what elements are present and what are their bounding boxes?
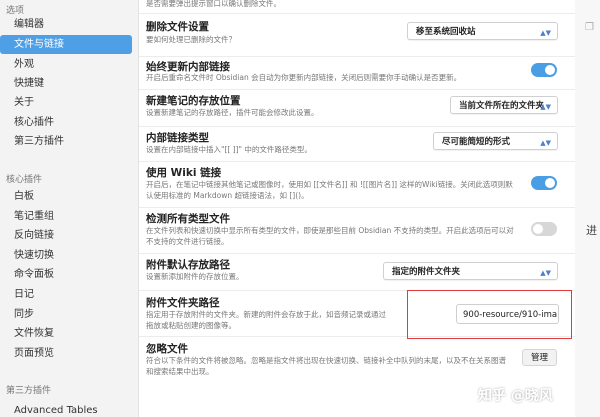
- settings-content: 是否需要弹出提示窗口以确认删除文件。 删除文件设置 要如何处理已删除的文件？ 移…: [139, 0, 575, 417]
- settings-sidebar: 选项 编辑器 文件与链接 外观 快捷键 关于 核心插件 第三方插件 核心插件 白…: [0, 0, 139, 417]
- highlight-annotation-box: [407, 290, 572, 339]
- chevron-updown-icon: ▲▼: [540, 269, 551, 277]
- setting-desc: 设置新建笔记的存放路径，插件可能会修改此设置。: [146, 108, 319, 117]
- sidebar-item-file-recovery[interactable]: 文件恢复: [0, 324, 132, 343]
- setting-desc: 符合以下条件的文件将被忽略。忽略是指文件将出现在快速切换、链接补全中队列的末尾，…: [146, 356, 506, 376]
- setting-delete-files: 删除文件设置 要如何处理已删除的文件？ 移至系统回收站 ▲▼: [139, 13, 575, 56]
- setting-title: 新建笔记的存放位置: [146, 95, 241, 107]
- sidebar-header-third-party: 第三方插件: [6, 386, 52, 396]
- select-value: 当前文件所在的文件夹: [459, 101, 545, 111]
- chevron-updown-icon: ▲▼: [540, 29, 551, 37]
- setting-title: 附件默认存放路径: [146, 259, 230, 271]
- wikilinks-toggle[interactable]: [531, 176, 557, 190]
- window-icon: ❐: [585, 22, 594, 33]
- chevron-updown-icon: ▲▼: [540, 139, 551, 147]
- select-value: 移至系统回收站: [416, 27, 476, 37]
- select-value: 尽可能简短的形式: [442, 137, 511, 147]
- sidebar-item-core-plugins[interactable]: 核心插件: [0, 113, 132, 132]
- sidebar-item-canvas[interactable]: 白板: [0, 187, 132, 206]
- toggle-knob: [545, 178, 555, 188]
- top-truncated-desc: 是否需要弹出提示窗口以确认删除文件。: [146, 0, 281, 8]
- setting-link-format: 内部链接类型 设置在内部链接中插入"[[ ]]" 中的文件路径类型。 尽可能简短…: [139, 126, 575, 161]
- setting-title: 使用 Wiki 链接: [146, 167, 222, 179]
- sidebar-item-command-palette[interactable]: 命令面板: [0, 265, 132, 284]
- sidebar-item-third-party-plugins[interactable]: 第三方插件: [0, 132, 132, 151]
- setting-desc: 开启后，在笔记中链接其他笔记或图像时，使用如 [[文件名]] 和 ![[图片名]…: [146, 180, 513, 200]
- auto-update-links-toggle[interactable]: [531, 63, 557, 77]
- chevron-updown-icon: ▲▼: [540, 103, 551, 111]
- setting-title: 检测所有类型文件: [146, 213, 230, 225]
- sidebar-item-note-composer[interactable]: 笔记重组: [0, 207, 132, 226]
- sidebar-item-advanced-tables[interactable]: Advanced Tables: [0, 401, 132, 417]
- link-format-select[interactable]: 尽可能简短的形式 ▲▼: [433, 132, 558, 150]
- delete-files-select[interactable]: 移至系统回收站 ▲▼: [407, 22, 558, 40]
- sidebar-item-daily-notes[interactable]: 日记: [0, 285, 132, 304]
- setting-desc: 设置在内部链接中插入"[[ ]]" 中的文件路径类型。: [146, 145, 312, 154]
- setting-title: 附件文件夹路径: [146, 297, 220, 309]
- setting-desc: 指定用于存放附件的文件夹。新建的附件会存放于此，如音频记录或通过拖放或粘贴创建的…: [146, 310, 386, 330]
- sidebar-item-quick-switcher[interactable]: 快速切换: [0, 246, 132, 265]
- sidebar-item-files-links[interactable]: 文件与链接: [0, 35, 132, 54]
- setting-detect-all-files: 检测所有类型文件 在文件列表和快速切换中显示所有类型的文件，即使是那些目前 Ob…: [139, 207, 575, 253]
- setting-title: 删除文件设置: [146, 21, 209, 33]
- sidebar-item-sync[interactable]: 同步: [0, 305, 132, 324]
- toggle-knob: [545, 65, 555, 75]
- setting-desc: 要如何处理已删除的文件？: [146, 35, 236, 44]
- setting-title: 忽略文件: [146, 343, 188, 355]
- setting-attachment-default-location: 附件默认存放路径 设置新添加附件的存放位置。 指定的附件文件夹 ▲▼: [139, 253, 575, 290]
- watermark: 知乎 @晓风: [478, 388, 553, 404]
- setting-wikilinks: 使用 Wiki 链接 开启后，在笔记中链接其他笔记或图像时，使用如 [[文件名]…: [139, 161, 575, 207]
- setting-desc: 开启后重命名文件时 Obsidian 会自动为你更新内部链接，关闭后则需要你手动…: [146, 73, 462, 82]
- manage-excluded-files-button[interactable]: 管理: [522, 349, 557, 366]
- toggle-knob: [533, 224, 543, 234]
- sidebar-item-editor[interactable]: 编辑器: [0, 15, 132, 34]
- setting-title: 内部链接类型: [146, 132, 209, 144]
- detect-all-files-toggle[interactable]: [531, 222, 557, 236]
- setting-desc: 设置新添加附件的存放位置。: [146, 272, 244, 281]
- attachment-location-select[interactable]: 指定的附件文件夹 ▲▼: [383, 262, 558, 280]
- sidebar-item-appearance[interactable]: 外观: [0, 55, 132, 74]
- setting-excluded-files: 忽略文件 符合以下条件的文件将被忽略。忽略是指文件将出现在快速切换、链接补全中队…: [139, 336, 575, 386]
- sidebar-item-page-preview[interactable]: 页面预览: [0, 344, 132, 363]
- new-note-location-select[interactable]: 当前文件所在的文件夹 ▲▼: [450, 96, 558, 114]
- setting-desc: 在文件列表和快速切换中显示所有类型的文件，即使是那些目前 Obsidian 不支…: [146, 226, 514, 246]
- select-value: 指定的附件文件夹: [392, 267, 461, 277]
- background-text-char: 进: [586, 224, 597, 237]
- setting-new-note-location: 新建笔记的存放位置 设置新建笔记的存放路径，插件可能会修改此设置。 当前文件所在…: [139, 89, 575, 126]
- sidebar-item-about[interactable]: 关于: [0, 93, 132, 112]
- sidebar-header-core: 核心插件: [6, 175, 43, 185]
- sidebar-item-backlinks[interactable]: 反向链接: [0, 226, 132, 245]
- background-window-edge: ❐ 进: [575, 0, 600, 417]
- sidebar-item-hotkeys[interactable]: 快捷键: [0, 74, 132, 93]
- setting-auto-update-links: 始终更新内部链接 开启后重命名文件时 Obsidian 会自动为你更新内部链接，…: [139, 56, 575, 89]
